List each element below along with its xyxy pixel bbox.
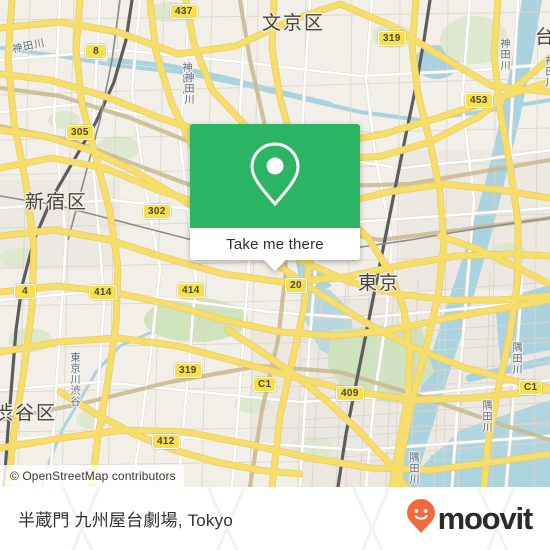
route-shield: 305 (66, 125, 94, 140)
route-shield: 8 (85, 44, 107, 59)
route-shield: 414 (89, 285, 117, 300)
place-title: 半蔵門 九州屋台劇場, Tokyo (18, 511, 233, 530)
moovit-smiley-pin-icon (406, 498, 436, 539)
route-shield: 4 (14, 284, 36, 299)
moovit-map-screenshot: .w { fill:#aad3df; } .pk { fill:#cfe3bd;… (0, 0, 550, 550)
route-shield: 409 (336, 386, 364, 401)
attribution-text: © OpenStreetMap contributors (10, 469, 176, 483)
route-shield: 453 (465, 93, 493, 108)
map-pin-icon (247, 140, 303, 213)
route-shield: C1 (253, 377, 277, 392)
popup-header (190, 124, 360, 228)
moovit-logo[interactable]: moovit (406, 498, 534, 539)
place-popup-card[interactable]: Take me there (190, 124, 360, 271)
route-shield: 20 (285, 278, 307, 293)
route-shield: 414 (177, 283, 205, 298)
take-me-there-label: Take me there (226, 235, 324, 253)
route-shield: 437 (170, 4, 198, 19)
footer-bar: 半蔵門 九州屋台劇場, Tokyo moovit (0, 487, 550, 550)
route-shield: 302 (143, 204, 171, 219)
osm-attribution[interactable]: © OpenStreetMap contributors (0, 465, 184, 487)
route-shield: 319 (378, 31, 406, 46)
route-shield: 412 (152, 434, 180, 449)
moovit-wordmark: moovit (437, 501, 534, 536)
popup-pointer-tail (264, 260, 286, 271)
popup-action-bar[interactable]: Take me there (190, 228, 360, 260)
map-canvas[interactable]: .w { fill:#aad3df; } .pk { fill:#cfe3bd;… (0, 0, 550, 487)
route-shield: C1 (519, 380, 543, 395)
route-shield: 319 (174, 363, 202, 378)
